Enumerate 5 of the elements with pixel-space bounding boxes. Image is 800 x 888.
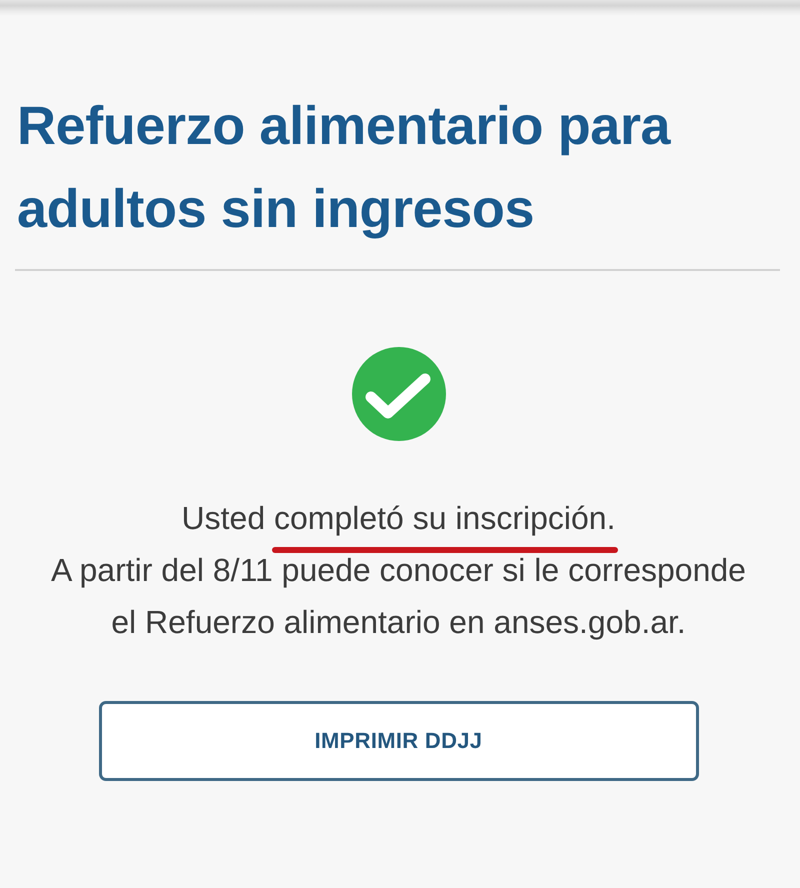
info-message: A partir del 8/11 puede conocer si le corresponde el Refuerzo alimentario en anses.gob.ar.	[50, 551, 747, 642]
page-title: Refuerzo alimentario para adultos sin ingresos	[17, 95, 672, 241]
print-button[interactable]: IMPRIMIR DDJJ	[98, 701, 698, 781]
confirmation-message: Usted completó su inscripción.	[182, 499, 616, 538]
success-check-icon	[352, 347, 446, 441]
